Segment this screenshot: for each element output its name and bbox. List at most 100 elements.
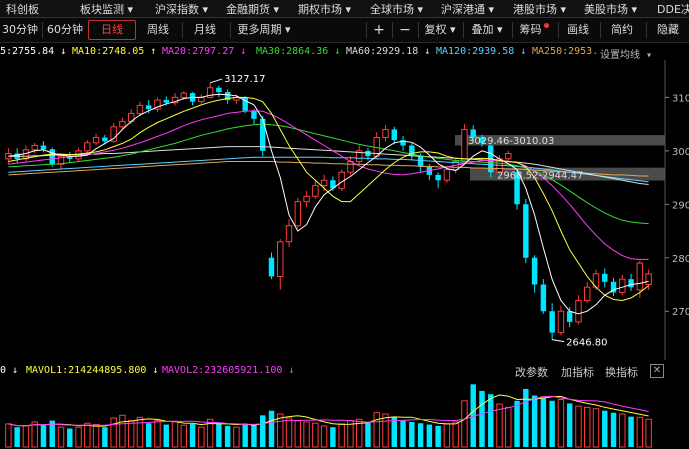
mavol1-value: MAVOL1:214244895.800 ↓ [26,365,159,376]
volume-bar [514,400,520,447]
candle-body [303,195,310,203]
candle-body [40,145,47,150]
top-menu-item[interactable]: 沪深指数 ▾ [155,1,208,17]
draw-line-button[interactable]: 画线 [560,21,596,39]
volume-bar [557,398,565,448]
candle-body [382,128,389,138]
volume-bar [549,400,555,447]
ma10-value: MA10:2748.05 ↑ [72,46,157,57]
price-axis-label: 300 [672,147,689,158]
top-menu-item[interactable]: 港股市场 ▾ [513,1,566,17]
candle-body [102,137,108,142]
edit-params-button[interactable]: 改参数 [515,364,548,380]
volume-bar [619,413,626,448]
candle-body [443,169,451,181]
volume-bar [84,422,91,448]
period-weekly[interactable]: 周线 [138,21,178,39]
top-menu-item[interactable]: 金融期货 ▾ [226,1,279,17]
candle-body [391,129,397,141]
volume-bar [127,420,135,448]
candle-body [145,105,152,110]
more-periods-dropdown[interactable]: 更多周期 ▾ [232,21,296,39]
volume-bar [373,412,380,448]
close-indicator-icon[interactable]: ✕ [650,364,664,378]
candle-body [268,257,275,277]
candle-body [312,185,319,197]
volume-bar [461,400,468,448]
candle-body [505,153,512,160]
price-axis-label: 280 [672,254,689,265]
high-label: 3127.17 [224,74,265,85]
volume-bar [330,427,336,447]
volume-bar [338,423,345,448]
volume-bar [198,426,205,448]
volume-bar [400,420,406,447]
chips-button[interactable]: 筹码 [514,21,554,39]
ma30-value: MA30:2864.36 ↓ [256,46,341,57]
candle-body [260,118,266,151]
volume-bar [285,417,293,448]
volume-bar [505,406,512,448]
volume-bar [110,417,117,448]
volume-bar [163,424,169,447]
top-menu-bar: 科创板 板块监测 ▾ 沪深指数 ▾ 金融期货 ▾ 期权市场 ▾ 全球市场 ▾ 沪深港通 ▾ 港… [0,0,689,18]
hide-button[interactable]: 隐藏 [648,21,688,39]
period-30min[interactable]: 30分钟 [0,21,40,39]
overlay-dropdown[interactable]: 叠加 ▾ [465,21,509,39]
volume-bar [365,421,371,447]
change-indicator-button[interactable]: 换指标 [605,364,638,380]
volume-bar [426,424,433,447]
top-menu-item[interactable]: 科创板 [6,1,39,17]
volume-bar [628,416,634,447]
volume-bar [610,412,617,447]
period-monthly[interactable]: 月线 [184,21,226,39]
volume-bar [303,421,310,448]
volume-bar [5,423,12,448]
volume-bar [531,395,538,447]
zoom-out-button[interactable]: − [394,21,416,39]
band1-label: 3029.46-3010.03 [468,136,554,147]
simple-mode-button[interactable]: 简约 [602,21,642,39]
volume-chart[interactable] [0,381,689,449]
top-menu-item[interactable]: 板块监测 ▾ [80,1,133,17]
volume-bar [57,426,65,448]
period-daily[interactable]: 日线 [88,20,136,40]
candle-body [619,278,626,294]
add-indicator-button[interactable]: 加指标 [561,364,594,380]
zoom-in-button[interactable]: + [368,21,390,39]
top-menu-item[interactable]: 期权市场 ▾ [298,1,351,17]
volume-bar [294,420,302,448]
price-axis-label: 290 [672,200,689,211]
ma5-value: 5:2755.84 ↓ [0,46,67,57]
volume-bar [268,410,275,447]
volume-bar [154,420,161,448]
top-menu-item[interactable]: 美股市场 ▾ [584,1,637,17]
volume-bar [584,406,591,448]
top-menu-item[interactable]: DDE决 [657,1,689,17]
volume-bar [216,423,222,447]
candle-body [584,286,591,302]
ma5-line [8,93,649,315]
volume-bar [22,425,30,448]
price-axis-label: 270 [672,307,689,318]
candle-body [602,273,608,282]
volume-bar [67,428,73,447]
volume-bar [452,421,459,448]
candlestick-chart[interactable]: 3127.17 2646.80 3029.46-3010.03 2968.52-294… [0,60,689,360]
volume-bar [479,390,485,447]
candle-body [566,311,573,322]
top-menu-item[interactable]: 全球市场 ▾ [370,1,423,17]
volume-bar [443,423,451,448]
volume-bar [592,408,600,448]
period-60min[interactable]: 60分钟 [44,21,86,39]
ma-settings-dropdown[interactable]: 设置均线 ▾ [600,46,652,61]
ma-legend: 5:2755.84 ↓ MA10:2748.05 ↑ MA20:2797.27 … [0,44,689,61]
notification-dot-icon [543,23,549,28]
candle-body [180,92,188,98]
volume-bar [540,397,547,447]
volume-bar [435,425,441,447]
fuquan-dropdown[interactable]: 复权 ▾ [420,21,460,39]
candle-body [216,87,222,93]
top-menu-item[interactable]: 沪深港通 ▾ [441,1,494,17]
candle-body [285,225,293,243]
